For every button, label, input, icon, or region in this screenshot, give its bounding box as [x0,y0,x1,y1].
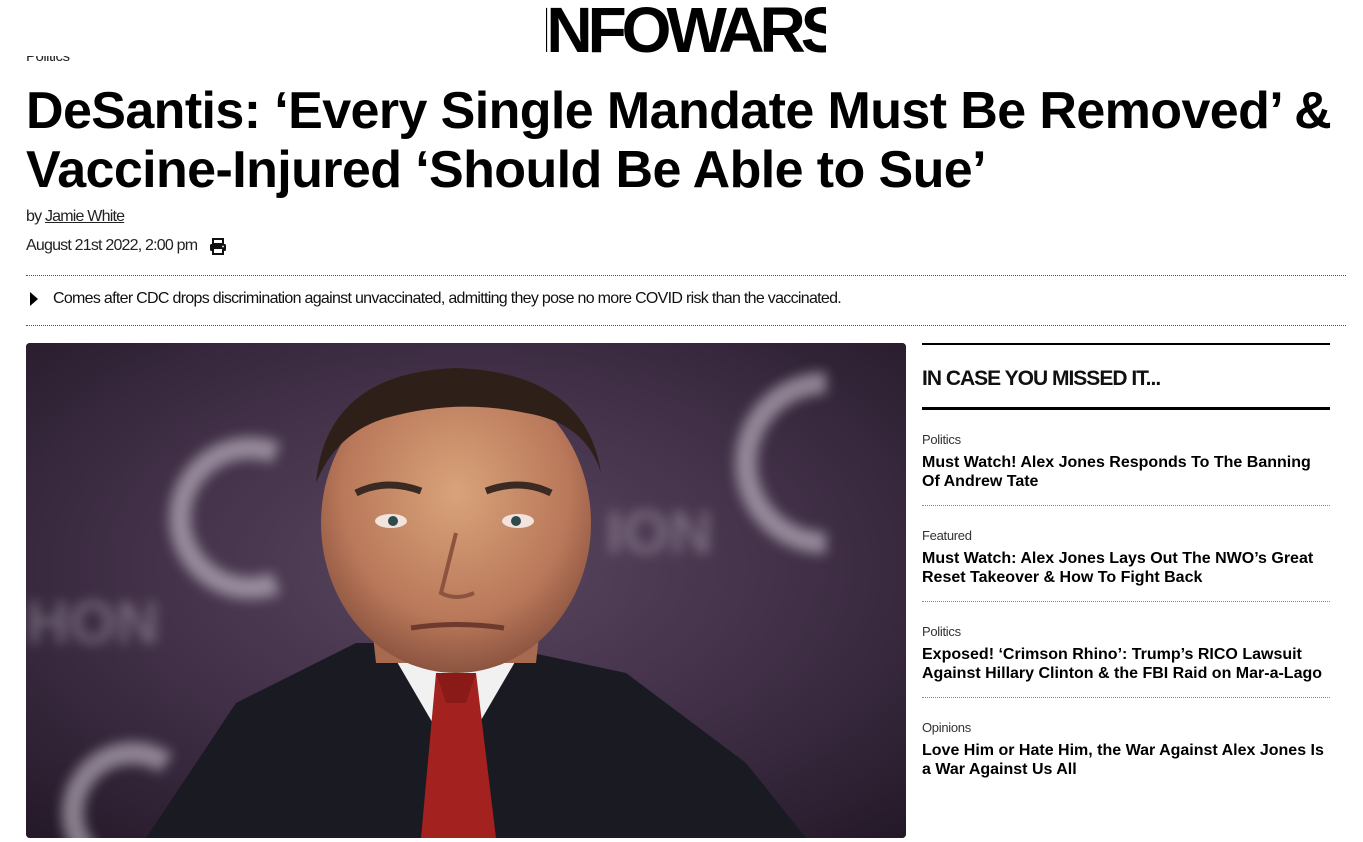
sidebar-item-category[interactable]: Featured [922,528,1330,543]
article-headline: DeSantis: ‘Every Single Mandate Must Be … [26,82,1332,199]
article-category[interactable]: Politics [26,56,146,72]
sidebar-missed-it: IN CASE YOU MISSED IT... Politics Must W… [922,343,1330,793]
svg-text:ION: ION [606,499,713,566]
summary-divider-bottom [26,325,1346,326]
article-summary: Comes after CDC drops discrimination aga… [30,290,842,308]
sidebar-heading: IN CASE YOU MISSED IT... [922,367,1161,390]
article-hero-image: ION HON [26,343,906,838]
sidebar-list-item[interactable]: Politics Exposed! ‘Crimson Rhino’: Trump… [922,602,1330,698]
logo-text: INFOWARS [546,0,826,58]
summary-divider-top [26,275,1346,276]
dateline: August 21st 2022, 2:00 pm [26,237,227,255]
sidebar-item-category[interactable]: Politics [922,432,1330,447]
site-logo[interactable]: INFOWARS [546,0,826,58]
sidebar-item-title[interactable]: Exposed! ‘Crimson Rhino’: Trump’s RICO L… [922,645,1330,683]
bullet-triangle-icon [30,292,38,306]
article-summary-text: Comes after CDC drops discrimination aga… [53,290,842,307]
author-link[interactable]: Jamie White [45,208,125,225]
masthead: INFOWARS [0,0,1363,60]
sidebar-list-item[interactable]: Opinions Love Him or Hate Him, the War A… [922,698,1330,793]
publish-date: August 21st 2022, 2:00 pm [26,237,198,254]
sidebar-item-category[interactable]: Politics [922,624,1330,639]
sidebar-item-title[interactable]: Love Him or Hate Him, the War Against Al… [922,741,1330,779]
sidebar-list-item[interactable]: Featured Must Watch: Alex Jones Lays Out… [922,506,1330,602]
sidebar-top-rule [922,343,1330,345]
sidebar-item-title[interactable]: Must Watch: Alex Jones Lays Out The NWO’… [922,549,1330,587]
article-category-label[interactable]: Politics [26,56,70,65]
svg-text:HON: HON [26,589,159,656]
byline: by Jamie White [26,208,125,226]
sidebar-item-category[interactable]: Opinions [922,720,1330,735]
byline-prefix: by [26,208,42,225]
print-icon[interactable] [209,237,227,255]
sidebar-list-item[interactable]: Politics Must Watch! Alex Jones Responds… [922,410,1330,506]
sidebar-item-title[interactable]: Must Watch! Alex Jones Responds To The B… [922,453,1330,491]
